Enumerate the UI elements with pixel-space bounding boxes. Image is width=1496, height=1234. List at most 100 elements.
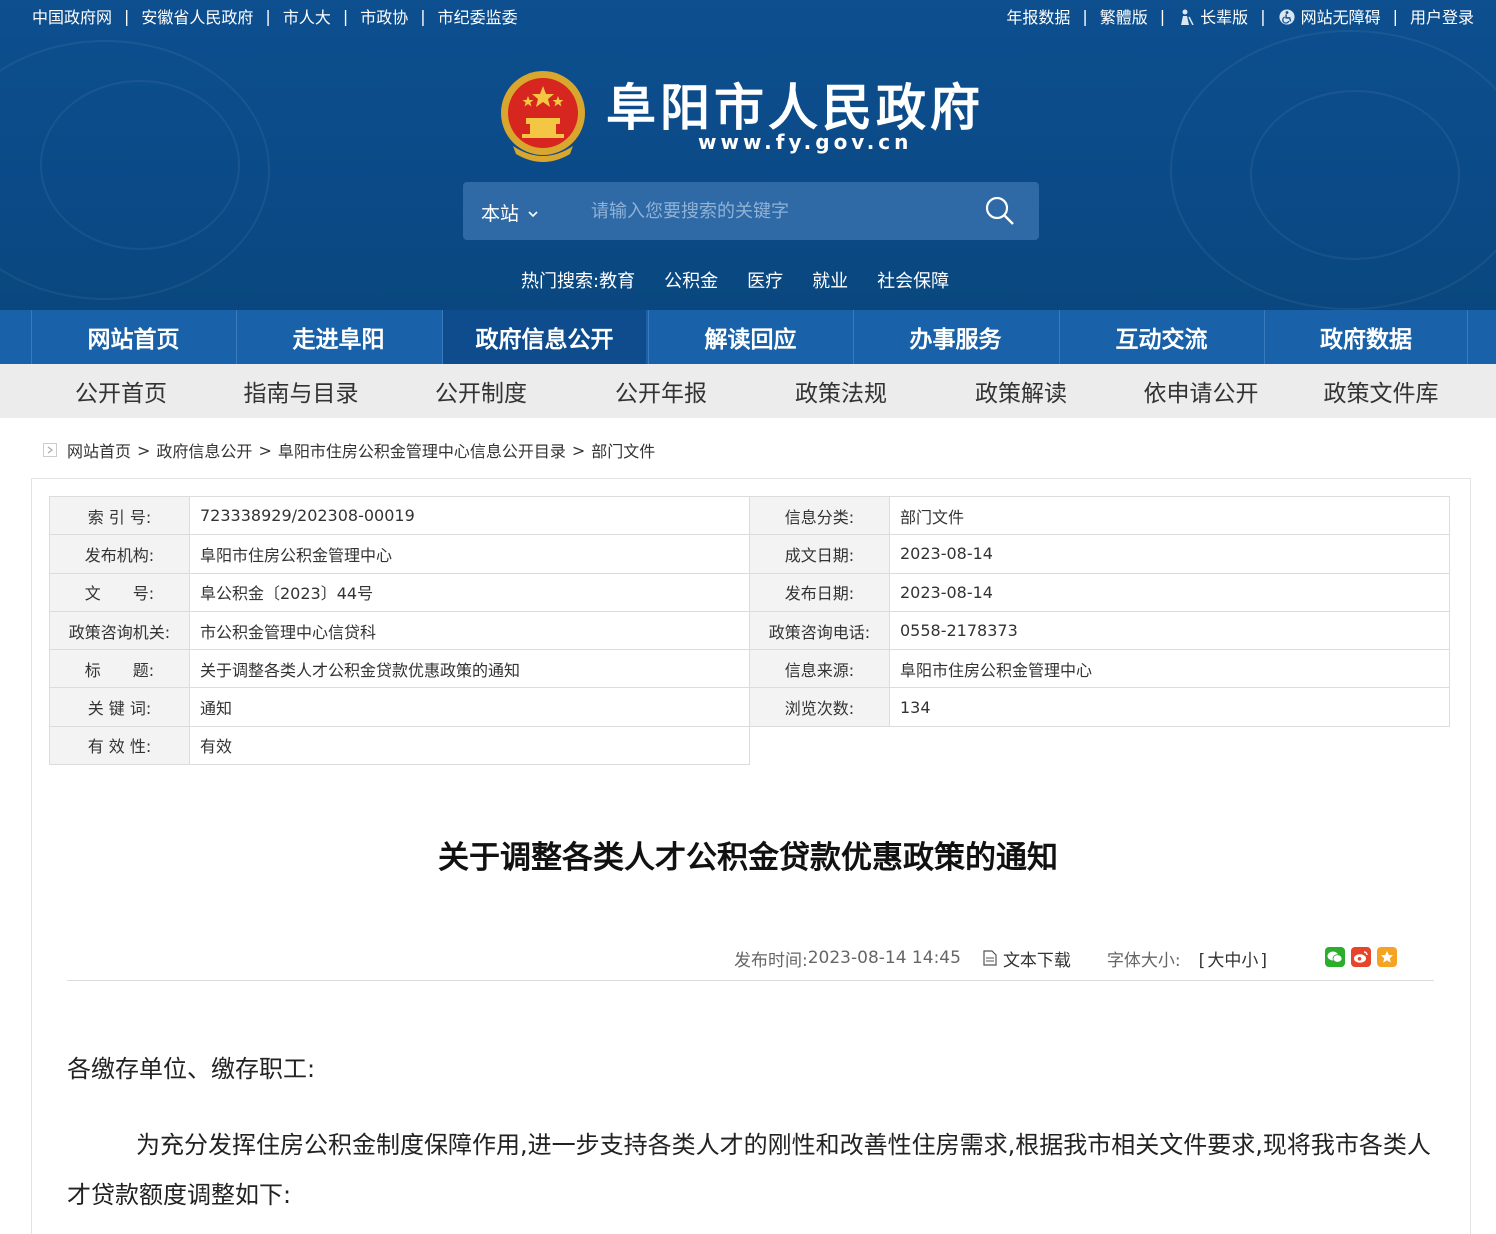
elderly-mode-label: 长辈版 bbox=[1200, 8, 1249, 27]
font-size-large-button[interactable]: 大 bbox=[1207, 951, 1224, 971]
meta-label-written-date: 成文日期: bbox=[749, 534, 890, 574]
topbar-link-anhui-gov[interactable]: 安徽省人民政府 bbox=[141, 4, 253, 28]
meta-label-views: 浏览次数: bbox=[749, 687, 890, 727]
document-icon bbox=[983, 950, 997, 966]
national-emblem-icon bbox=[501, 71, 585, 162]
breadcrumb-separator: > bbox=[137, 440, 151, 460]
search-input[interactable] bbox=[591, 196, 961, 226]
meta-label-doc-number: 文 号: bbox=[49, 572, 190, 612]
subnav-request-disclosure[interactable]: 依申请公开 bbox=[1111, 364, 1291, 418]
topbar-separator: | bbox=[124, 6, 130, 26]
subnav-annual-report[interactable]: 公开年报 bbox=[571, 364, 751, 418]
meta-label-title: 标 题: bbox=[49, 649, 190, 689]
meta-value-publish-date: 2023-08-14 bbox=[889, 572, 1450, 612]
share-icons bbox=[1325, 947, 1403, 967]
nav-gov-info[interactable]: 政府信息公开 bbox=[442, 310, 646, 364]
sub-nav: 公开首页 指南与目录 公开制度 公开年报 政策法规 政策解读 依申请公开 政策文… bbox=[0, 364, 1496, 418]
lotus-decoration-right-inner bbox=[1250, 90, 1460, 260]
font-size-medium-button[interactable]: 中 bbox=[1224, 951, 1241, 971]
topbar-separator: | bbox=[1082, 6, 1088, 26]
nav-interaction[interactable]: 互动交流 bbox=[1059, 310, 1263, 364]
topbar-link-accessibility[interactable]: 网站无障碍 bbox=[1278, 4, 1381, 28]
article-greeting: 各缴存单位、缴存职工: bbox=[67, 1055, 316, 1083]
topbar-link-gov-cn[interactable]: 中国政府网 bbox=[32, 4, 112, 28]
meta-value-views: 134 bbox=[889, 687, 1450, 727]
chevron-down-icon bbox=[528, 211, 538, 218]
download-text-button[interactable]: 文本下载 bbox=[983, 946, 1071, 971]
wheelchair-icon bbox=[1279, 9, 1295, 25]
font-size-control: [大中小] bbox=[1197, 946, 1269, 971]
topbar-link-cppcc[interactable]: 市政协 bbox=[360, 4, 408, 28]
location-icon bbox=[43, 443, 57, 457]
meta-label-keywords: 关 键 词: bbox=[49, 687, 190, 727]
nav-about-fuyang[interactable]: 走进阜阳 bbox=[236, 310, 440, 364]
topbar-link-login[interactable]: 用户登录 bbox=[1410, 4, 1474, 28]
breadcrumb: 网站首页 > 政府信息公开 > 阜阳市住房公积金管理中心信息公开目录 > 部门文… bbox=[43, 439, 655, 461]
meta-label-validity: 有 效 性: bbox=[49, 725, 190, 766]
document-meta-table: 索 引 号: 723338929/202308-00019 信息分类: 部门文件… bbox=[49, 496, 1452, 766]
subnav-disclosure-system[interactable]: 公开制度 bbox=[391, 364, 571, 418]
meta-value-publisher: 阜阳市住房公积金管理中心 bbox=[189, 534, 750, 574]
article-paragraph: 为充分发挥住房公积金制度保障作用,进一步支持各类人才的刚性和改善性住房需求,根据… bbox=[67, 1131, 1431, 1209]
star-icon[interactable] bbox=[1377, 947, 1397, 967]
site-header: 中国政府网 | 安徽省人民政府 | 市人大 | 市政协 | 市纪委监委 年报数据… bbox=[0, 0, 1496, 310]
topbar-separator: | bbox=[265, 6, 271, 26]
breadcrumb-separator: > bbox=[571, 440, 586, 460]
meta-value-written-date: 2023-08-14 bbox=[889, 534, 1450, 574]
topbar-left-links: 中国政府网 | 安徽省人民政府 | 市人大 | 市政协 | 市纪委监委 bbox=[32, 4, 518, 28]
meta-row: 标 题: 关于调整各类人才公积金贷款优惠政策的通知 信息来源: 阜阳市住房公积金… bbox=[49, 649, 1452, 689]
publish-time-label: 发布时间: bbox=[734, 950, 808, 971]
font-size-small-button[interactable]: 小 bbox=[1241, 951, 1258, 971]
topbar-separator: | bbox=[1260, 6, 1266, 26]
subnav-policies-laws[interactable]: 政策法规 bbox=[751, 364, 931, 418]
subnav-policy-library[interactable]: 政策文件库 bbox=[1291, 364, 1471, 418]
article-divider bbox=[67, 980, 1434, 981]
search-scope-select[interactable]: 本站 bbox=[481, 199, 539, 226]
breadcrumb-gov-info[interactable]: 政府信息公开 bbox=[156, 438, 252, 462]
nav-services[interactable]: 办事服务 bbox=[853, 310, 1057, 364]
meta-value-consult-phone: 0558-2178373 bbox=[889, 610, 1450, 651]
subnav-policy-interpretation[interactable]: 政策解读 bbox=[931, 364, 1111, 418]
topbar-link-npc[interactable]: 市人大 bbox=[283, 4, 331, 28]
weibo-icon[interactable] bbox=[1351, 947, 1371, 967]
topbar-link-discipline[interactable]: 市纪委监委 bbox=[438, 4, 518, 28]
hot-term-medical[interactable]: 医疗 bbox=[747, 267, 783, 293]
meta-row: 发布机构: 阜阳市住房公积金管理中心 成文日期: 2023-08-14 bbox=[49, 534, 1452, 574]
topbar-separator: | bbox=[1392, 6, 1398, 26]
subnav-guide-catalog[interactable]: 指南与目录 bbox=[211, 364, 391, 418]
search-scope-label: 本站 bbox=[481, 203, 520, 225]
article-title: 关于调整各类人才公积金贷款优惠政策的通知 bbox=[438, 840, 1058, 876]
topbar-link-elderly-mode[interactable]: 长辈版 bbox=[1177, 4, 1248, 28]
breadcrumb-separator: > bbox=[258, 440, 272, 460]
nav-home[interactable]: 网站首页 bbox=[31, 310, 235, 364]
article-meta: 发布时间: 2023-08-14 14:45 文本下载 字体大小: [大中小] bbox=[734, 946, 1269, 971]
hot-term-education[interactable]: 教育 bbox=[599, 267, 635, 293]
elderly-icon bbox=[1181, 9, 1194, 25]
hot-term-social-security[interactable]: 社会保障 bbox=[877, 267, 949, 293]
meta-label-publisher: 发布机构: bbox=[49, 534, 190, 574]
subnav-disclosure-home[interactable]: 公开首页 bbox=[31, 364, 211, 418]
meta-value-doc-number: 阜公积金〔2023〕44号 bbox=[189, 572, 750, 612]
nav-interpretation[interactable]: 解读回应 bbox=[648, 310, 852, 364]
meta-value-consult-agency: 市公积金管理中心信贷科 bbox=[189, 610, 750, 651]
wechat-icon[interactable] bbox=[1325, 947, 1345, 967]
topbar-link-annual-data[interactable]: 年报数据 bbox=[1006, 4, 1070, 28]
topbar-link-traditional[interactable]: 繁體版 bbox=[1100, 4, 1148, 28]
meta-label-consult-agency: 政策咨询机关: bbox=[49, 610, 190, 651]
meta-value-validity: 有效 bbox=[189, 725, 750, 766]
meta-row: 文 号: 阜公积金〔2023〕44号 发布日期: 2023-08-14 bbox=[49, 572, 1452, 612]
breadcrumb-home[interactable]: 网站首页 bbox=[67, 438, 131, 462]
hot-term-fund[interactable]: 公积金 bbox=[664, 267, 718, 293]
hot-search-label: 热门搜索: bbox=[521, 271, 600, 292]
meta-row: 索 引 号: 723338929/202308-00019 信息分类: 部门文件 bbox=[49, 496, 1452, 536]
breadcrumb-fund-center-catalog[interactable]: 阜阳市住房公积金管理中心信息公开目录 bbox=[278, 438, 566, 462]
search-icon[interactable] bbox=[983, 194, 1017, 228]
meta-label-index: 索 引 号: bbox=[49, 496, 190, 536]
meta-row: 关 键 词: 通知 浏览次数: 134 bbox=[49, 687, 1452, 727]
meta-label-consult-phone: 政策咨询电话: bbox=[749, 610, 890, 651]
breadcrumb-dept-docs[interactable]: 部门文件 bbox=[591, 438, 655, 462]
topbar-separator: | bbox=[420, 6, 426, 26]
hot-search: 热门搜索: 教育 公积金 医疗 就业 社会保障 bbox=[521, 267, 978, 293]
nav-gov-data[interactable]: 政府数据 bbox=[1264, 310, 1468, 364]
hot-term-employment[interactable]: 就业 bbox=[812, 267, 848, 293]
